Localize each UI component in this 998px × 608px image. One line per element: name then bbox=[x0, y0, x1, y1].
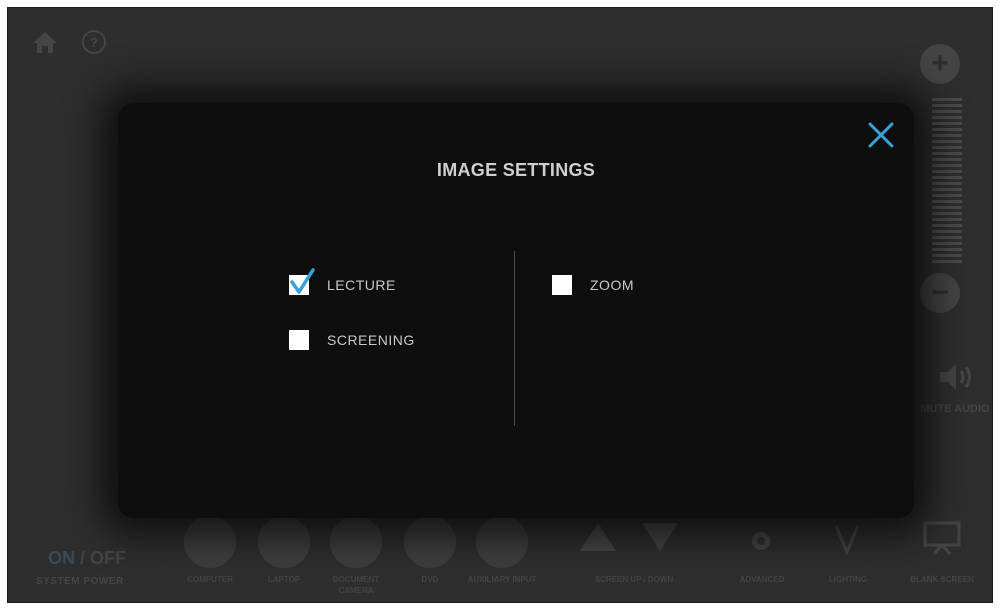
volume-bar bbox=[932, 164, 962, 167]
volume-bar bbox=[932, 260, 962, 263]
volume-bar bbox=[932, 212, 962, 215]
power-off-text: OFF bbox=[90, 548, 127, 568]
checkmark-icon bbox=[290, 268, 315, 294]
column-divider bbox=[514, 251, 515, 426]
source-label: COMPUTER bbox=[187, 575, 233, 584]
volume-bar bbox=[932, 122, 962, 125]
volume-bar bbox=[932, 128, 962, 131]
blank-screen-label: BLANK SCREEN bbox=[910, 575, 974, 584]
source-laptop-button[interactable] bbox=[258, 516, 310, 568]
source-computer-button[interactable] bbox=[184, 516, 236, 568]
home-icon[interactable] bbox=[32, 30, 58, 56]
gear-icon[interactable] bbox=[746, 526, 776, 561]
volume-bar bbox=[932, 230, 962, 233]
help-icon[interactable]: ? bbox=[82, 30, 108, 56]
source-label: AUXILIARY INPUT bbox=[467, 575, 537, 584]
lecture-checkbox[interactable] bbox=[289, 268, 315, 295]
blank-screen-icon[interactable] bbox=[922, 520, 962, 561]
volume-bar bbox=[932, 170, 962, 173]
volume-bar bbox=[932, 242, 962, 245]
volume-bar bbox=[932, 134, 962, 137]
volume-down-button[interactable]: − bbox=[920, 273, 960, 313]
source-label: DVD bbox=[421, 575, 439, 584]
source-auxiliary-button[interactable] bbox=[476, 516, 528, 568]
advanced-label: ADVANCED bbox=[739, 575, 785, 584]
volume-bar bbox=[932, 104, 962, 107]
volume-bar bbox=[932, 146, 962, 149]
source-dvd-button[interactable] bbox=[404, 516, 456, 568]
volume-bar bbox=[932, 110, 962, 113]
source-label: DOCUMENT CAMERA bbox=[332, 575, 380, 595]
volume-level-meter bbox=[932, 98, 964, 268]
volume-bar bbox=[932, 140, 962, 143]
volume-bar bbox=[932, 206, 962, 209]
power-on-text: ON bbox=[48, 548, 75, 568]
touch-panel-screen: ? + − MUTE AUDIO ON / OFF SYSTEM POWER C… bbox=[7, 7, 993, 603]
screening-checkbox[interactable] bbox=[289, 330, 309, 350]
screening-label: SCREENING bbox=[327, 332, 415, 348]
volume-bar bbox=[932, 152, 962, 155]
volume-bar bbox=[932, 176, 962, 179]
zoom-option[interactable]: ZOOM bbox=[552, 275, 634, 295]
screening-option[interactable]: SCREENING bbox=[289, 330, 415, 350]
volume-bar bbox=[932, 236, 962, 239]
volume-bar bbox=[932, 200, 962, 203]
volume-bar bbox=[932, 218, 962, 221]
screen-down-button[interactable] bbox=[642, 523, 678, 551]
power-separator: / bbox=[80, 548, 86, 568]
system-power-label: SYSTEM POWER bbox=[36, 576, 124, 587]
volume-bar bbox=[932, 98, 962, 101]
system-power-toggle[interactable]: ON / OFF bbox=[48, 548, 126, 569]
screen-up-down-label: SCREEN UP / DOWN bbox=[594, 575, 674, 584]
volume-bar bbox=[932, 182, 962, 185]
screen-up-button[interactable] bbox=[580, 523, 616, 551]
speaker-icon[interactable] bbox=[938, 360, 988, 396]
lecture-label: LECTURE bbox=[327, 277, 396, 293]
volume-up-button[interactable]: + bbox=[920, 44, 960, 84]
volume-bar bbox=[932, 194, 962, 197]
volume-bar bbox=[932, 158, 962, 161]
zoom-checkbox[interactable] bbox=[552, 275, 572, 295]
lighting-label: LIGHTING bbox=[828, 575, 868, 584]
source-label: LAPTOP bbox=[267, 575, 301, 584]
close-icon[interactable] bbox=[866, 120, 896, 150]
lecture-option[interactable]: LECTURE bbox=[289, 268, 396, 295]
dialog-title: IMAGE SETTINGS bbox=[436, 160, 596, 180]
lighting-icon[interactable] bbox=[834, 524, 860, 561]
zoom-label: ZOOM bbox=[590, 277, 634, 293]
image-settings-dialog: IMAGE SETTINGS LECTURE SCREENING ZOOM bbox=[118, 103, 914, 518]
volume-bar bbox=[932, 248, 962, 251]
source-document-camera-button[interactable] bbox=[330, 516, 382, 568]
mute-audio-label: MUTE AUDIO bbox=[920, 403, 990, 415]
volume-bar bbox=[932, 116, 962, 119]
volume-bar bbox=[932, 254, 962, 257]
volume-bar bbox=[932, 224, 962, 227]
volume-bar bbox=[932, 188, 962, 191]
